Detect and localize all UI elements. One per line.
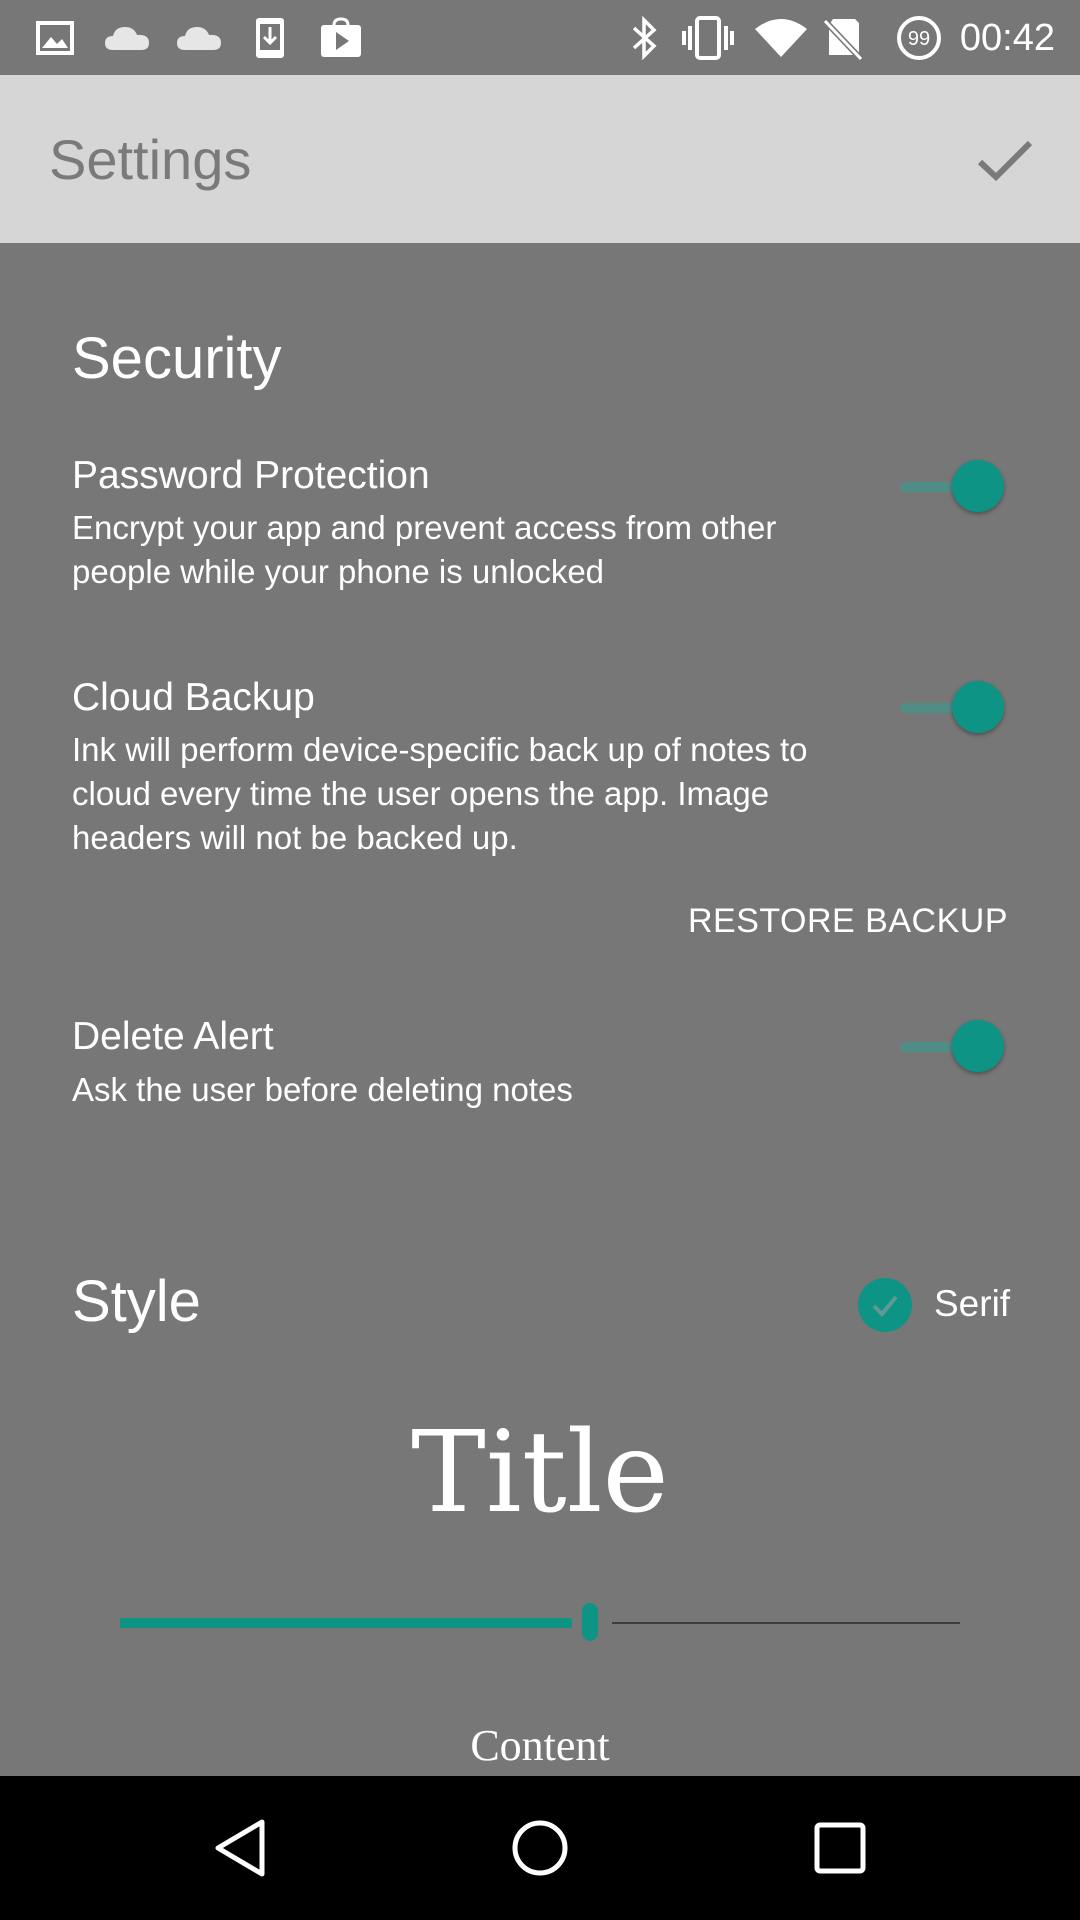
- switch-thumb: [952, 681, 1004, 733]
- style-heading: Style: [72, 1269, 201, 1334]
- check-icon: [872, 1295, 898, 1317]
- security-heading: Security: [72, 326, 282, 391]
- back-button[interactable]: [204, 1812, 276, 1884]
- battery-icon: 99: [894, 14, 944, 62]
- navigation-bar: [0, 1776, 1080, 1920]
- bluetooth-icon: [626, 14, 662, 62]
- slider-active-track: [120, 1618, 572, 1628]
- image-icon: [34, 14, 76, 62]
- back-triangle-icon: [215, 1819, 265, 1877]
- switch-thumb: [952, 460, 1004, 512]
- cloud-icon: [174, 14, 224, 62]
- delete-alert-switch[interactable]: [894, 1017, 1004, 1077]
- clock-time: 00:42: [959, 17, 1055, 59]
- home-button[interactable]: [504, 1812, 576, 1884]
- switch-thumb: [952, 1020, 1004, 1072]
- play-store-icon: [318, 14, 364, 62]
- serif-checkbox[interactable]: [858, 1278, 912, 1332]
- no-sim-icon: [820, 14, 866, 62]
- recents-square-icon: [814, 1822, 866, 1874]
- wifi-icon: [752, 14, 810, 62]
- password-protection-summary: Encrypt your app and prevent access from…: [72, 509, 777, 590]
- recents-button[interactable]: [804, 1812, 876, 1884]
- delete-alert-title: Delete Alert: [72, 1015, 274, 1058]
- title-size-slider[interactable]: [120, 1598, 960, 1648]
- password-protection-title: Password Protection: [72, 454, 430, 497]
- check-icon: [977, 140, 1033, 182]
- slider-thumb[interactable]: [582, 1603, 598, 1641]
- restore-backup-button[interactable]: RESTORE BACKUP: [688, 902, 1008, 941]
- cloud-backup-summary: Ink will perform device-specific back up…: [72, 731, 808, 856]
- slider-inactive-track: [612, 1622, 960, 1624]
- app-bar: Settings: [0, 75, 1080, 243]
- download-icon: [252, 14, 288, 62]
- cloud-backup-title: Cloud Backup: [72, 676, 315, 719]
- password-protection-switch[interactable]: [894, 457, 1004, 517]
- title-preview: Title: [411, 1408, 669, 1538]
- cloud-icon: [102, 14, 152, 62]
- status-bar: 99 00:42: [0, 0, 1080, 75]
- cloud-backup-switch[interactable]: [894, 678, 1004, 738]
- content-preview: Content: [470, 1721, 610, 1770]
- confirm-button[interactable]: [970, 125, 1040, 195]
- page-title: Settings: [49, 128, 252, 191]
- battery-level-text: 99: [908, 28, 930, 50]
- home-circle-icon: [512, 1820, 568, 1876]
- serif-label[interactable]: Serif: [934, 1283, 1010, 1325]
- vibrate-icon: [680, 14, 736, 62]
- delete-alert-summary: Ask the user before deleting notes: [72, 1071, 573, 1108]
